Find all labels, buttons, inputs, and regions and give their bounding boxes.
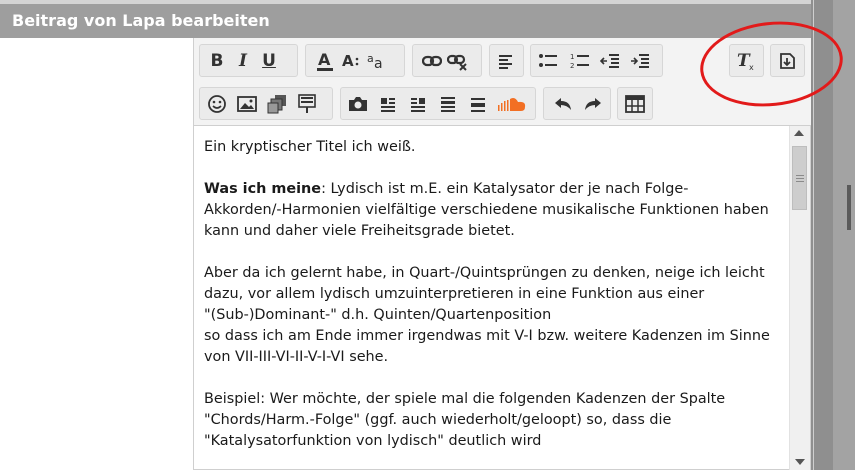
layout-1-button[interactable] — [375, 90, 401, 118]
gallery-icon — [298, 93, 316, 113]
smiley-icon — [208, 94, 226, 113]
numbered-list-icon: 12 — [570, 53, 589, 70]
layout-3-button[interactable] — [435, 90, 461, 118]
text-line: Ein kryptischer Titel ich weiß. — [204, 139, 416, 155]
font-color-button[interactable]: A — [312, 47, 338, 75]
svg-text:A: A — [342, 52, 354, 70]
page-scrollbar-thumb[interactable] — [847, 185, 851, 230]
insert-image-button[interactable] — [234, 90, 260, 118]
camera-button[interactable] — [345, 90, 371, 118]
font-color-icon: A — [317, 50, 333, 71]
text-line: "Katalysatorfunktion von lydisch" deutli… — [204, 433, 542, 449]
layout-4-button[interactable] — [465, 90, 491, 118]
toolbar-group-align — [489, 44, 524, 77]
toolbar-group-links — [412, 44, 482, 77]
table-icon — [625, 94, 645, 113]
text-line: Aber da ich gelernt habe, in Quart-/Quin… — [204, 265, 765, 281]
text-line: : Lydisch ist m.E. ein Katalysator der j… — [321, 181, 689, 197]
soundcloud-icon — [498, 97, 526, 111]
smilies-button[interactable] — [204, 90, 230, 118]
toolbar-group-text-style: B I U — [199, 44, 298, 77]
undo-button[interactable] — [550, 90, 576, 118]
layout-icon — [441, 96, 455, 112]
toolbar-group-table — [617, 87, 653, 120]
redo-button[interactable] — [580, 90, 606, 118]
editor-text: Ein kryptischer Titel ich weiß. Was ich … — [204, 137, 784, 452]
toolbar-group-font: A A aa — [305, 44, 405, 77]
layout-icon — [471, 97, 485, 112]
underline-button[interactable]: U — [256, 47, 282, 75]
text-line: Akkorden/-Harmonien vielfältige verschie… — [204, 202, 769, 218]
svg-text:1: 1 — [570, 53, 574, 61]
scroll-down-arrow-icon[interactable] — [795, 459, 805, 465]
scroll-up-arrow-icon[interactable] — [794, 130, 804, 136]
font-size-icon: A — [342, 52, 359, 70]
scrollbar-thumb[interactable] — [792, 146, 807, 210]
svg-text:2: 2 — [570, 62, 574, 70]
layout-icon — [381, 97, 395, 112]
italic-button[interactable]: I — [230, 47, 256, 75]
camera-icon — [349, 96, 367, 111]
outdent-button[interactable] — [597, 47, 623, 75]
unlink-icon — [447, 54, 467, 71]
font-size-button[interactable]: A — [338, 47, 364, 75]
redo-icon — [585, 97, 601, 110]
insert-media-button[interactable] — [264, 90, 290, 118]
text-line: so dass ich am Ende immer irgendwas mit … — [204, 328, 770, 344]
bold-text: Was ich meine — [204, 181, 322, 197]
toolbar-group-media — [340, 87, 536, 120]
insert-gallery-button[interactable] — [294, 90, 320, 118]
bold-button[interactable]: B — [204, 47, 230, 75]
svg-text:a: a — [374, 56, 383, 72]
layout-icon — [411, 97, 425, 112]
paragraph-bold-intro: Was ich meine: Lydisch ist m.E. ein Kata… — [204, 179, 784, 200]
svg-text:a: a — [367, 52, 374, 65]
bullet-list-icon — [539, 53, 557, 67]
font-family-icon: aa — [367, 52, 383, 72]
indent-icon — [631, 53, 649, 68]
toolbar-group-insert — [199, 87, 333, 120]
layout-2-button[interactable] — [405, 90, 431, 118]
editor-content[interactable]: Ein kryptischer Titel ich weiß. Was ich … — [193, 125, 811, 470]
link-icon — [422, 55, 442, 66]
align-button[interactable] — [493, 47, 519, 75]
toolbar-group-lists: 12 — [530, 44, 663, 77]
remove-link-button[interactable] — [445, 47, 471, 75]
bullet-list-button[interactable] — [535, 47, 561, 75]
image-icon — [237, 95, 257, 112]
indent-button[interactable] — [627, 47, 653, 75]
svg-text:A: A — [318, 50, 331, 69]
text-line: kann und daher viele Freiheitsgrade biet… — [204, 223, 515, 239]
toolbar-group-history — [543, 87, 611, 120]
undo-icon — [555, 97, 571, 110]
outdent-icon — [600, 53, 619, 68]
insert-table-button[interactable] — [622, 90, 648, 118]
editor-scrollbar[interactable] — [789, 126, 810, 470]
insert-link-button[interactable] — [419, 47, 445, 75]
soundcloud-button[interactable] — [495, 90, 529, 118]
media-icon — [267, 94, 286, 113]
font-family-button[interactable]: aa — [364, 47, 390, 75]
text-line: "(Sub-)Dominant-" d.h. Quinten/Quartenpo… — [204, 307, 552, 323]
text-line: Beispiel: Wer möchte, der spiele mal die… — [204, 391, 726, 407]
numbered-list-button[interactable]: 12 — [567, 47, 593, 75]
dialog-title: Beitrag von Lapa bearbeiten — [0, 4, 811, 38]
align-left-icon — [499, 54, 512, 69]
text-line: von VII-III-VI-II-V-I-VI sehe. — [204, 349, 389, 365]
text-line: dazu, vor allem lydisch umzuinterpretier… — [204, 286, 705, 302]
text-line: "Chords/Harm.-Folge" (ggf. auch wiederho… — [204, 412, 672, 428]
